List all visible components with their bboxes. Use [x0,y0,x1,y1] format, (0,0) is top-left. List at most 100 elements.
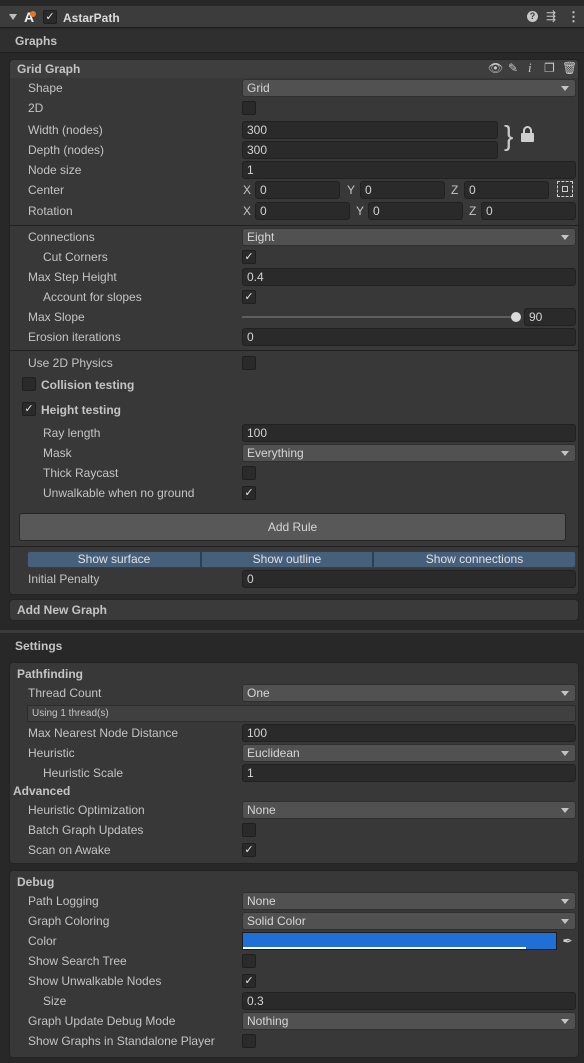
eyedropper-icon[interactable]: ✒ [559,932,576,950]
show-unwalkable-label: Show Unwalkable Nodes [28,974,162,988]
depth-field[interactable]: 300 [242,141,498,159]
chevron-down-icon [561,919,569,924]
rotation-x-field[interactable]: 0 [255,202,350,220]
connections-dropdown[interactable]: Eight [242,228,576,246]
update-debug-mode-value: Nothing [247,1014,289,1028]
show-unwalkable-checkbox[interactable]: ✓ [242,974,256,988]
rotation-z-field[interactable]: 0 [481,202,576,220]
mask-value: Everything [247,446,304,460]
max-slope-field[interactable]: 90 [524,308,576,326]
chevron-down-icon [561,451,569,456]
is2d-checkbox[interactable] [242,101,256,115]
update-debug-mode-dropdown[interactable]: Nothing [242,1012,576,1030]
center-z-label: Z [451,183,459,197]
rotation-x-label: X [243,204,252,218]
help-icon[interactable]: ? [527,11,538,22]
shape-dropdown[interactable]: Grid [242,79,576,97]
info-icon[interactable]: i [528,61,532,74]
thread-info-text: Using 1 thread(s) [32,708,109,719]
max-step-height-label: Max Step Height [28,270,117,284]
show-connections-toggle[interactable]: Show connections [373,551,576,568]
collision-label: Collision testing [41,378,135,392]
center-y-field[interactable]: 0 [360,181,445,199]
unwalkable-no-ground-label: Unwalkable when no ground [43,486,195,500]
settings-divider [0,630,584,633]
mask-dropdown[interactable]: Everything [242,444,576,462]
astar-logo-icon: A [24,9,36,25]
divider [10,350,578,351]
thick-raycast-checkbox[interactable] [242,466,256,480]
center-z-field[interactable]: 0 [464,181,549,199]
duplicate-icon[interactable]: ❐ [544,62,555,74]
max-step-height-field[interactable]: 0.4 [242,268,576,286]
width-field[interactable]: 300 [242,121,498,139]
thread-count-dropdown[interactable]: One [242,684,576,702]
graph-coloring-label: Graph Coloring [28,914,110,928]
erosion-field[interactable]: 0 [242,328,576,346]
max-slope-track[interactable] [242,316,516,318]
heuristic-scale-field[interactable]: 1 [242,764,576,782]
path-logging-dropdown[interactable]: None [242,892,576,910]
path-logging-value: None [247,894,276,908]
ray-length-field[interactable]: 100 [242,424,576,442]
initial-penalty-label: Initial Penalty [28,572,100,586]
heuristic-opt-value: None [247,803,276,817]
size-field[interactable]: 0.3 [242,992,576,1010]
rotation-y-field[interactable]: 0 [368,202,463,220]
thick-raycast-label: Thick Raycast [43,466,119,480]
node-size-label: Node size [28,163,82,177]
node-size-field[interactable]: 1 [242,161,576,179]
path-logging-label: Path Logging [28,894,99,908]
settings-icon[interactable]: ⇶ [546,9,556,23]
heuristic-opt-label: Heuristic Optimization [28,803,145,817]
graph-coloring-dropdown[interactable]: Solid Color [242,912,576,930]
heuristic-scale-label: Heuristic Scale [43,766,124,780]
size-label: Size [43,994,67,1008]
ray-length-label: Ray length [43,426,101,440]
heuristic-opt-dropdown[interactable]: None [242,801,576,819]
heuristic-dropdown[interactable]: Euclidean [242,744,576,762]
scan-on-awake-checkbox[interactable]: ✓ [242,843,256,857]
scan-on-awake-label: Scan on Awake [28,843,111,857]
max-slope-handle[interactable] [511,312,521,322]
snap-pivot-icon[interactable] [557,181,573,197]
batch-updates-label: Batch Graph Updates [28,823,144,837]
add-rule-button[interactable]: Add Rule [19,513,566,541]
foldout-arrow-icon[interactable] [9,14,17,20]
update-debug-mode-label: Graph Update Debug Mode [28,1014,176,1028]
heuristic-value: Euclidean [247,746,300,760]
cut-corners-checkbox[interactable]: ✓ [242,250,256,264]
unwalkable-no-ground-checkbox[interactable]: ✓ [242,486,256,500]
grid-graph-title: Grid Graph [17,62,81,76]
show-search-tree-checkbox[interactable] [242,954,256,968]
lock-icon[interactable] [521,126,534,142]
eye-icon[interactable]: 👁 [488,62,503,74]
more-vertical-icon[interactable]: ⋮ [567,9,580,25]
chevron-down-icon [561,86,569,91]
account-slopes-label: Account for slopes [43,290,142,304]
pathfinding-title: Pathfinding [17,667,83,681]
delete-icon[interactable]: 🗑 [562,62,577,74]
max-nearest-field[interactable]: 100 [242,724,576,742]
depth-label: Depth (nodes) [28,143,105,157]
mask-label: Mask [43,446,72,460]
center-x-field[interactable]: 0 [255,181,340,199]
connections-value: Eight [247,230,275,244]
batch-updates-checkbox[interactable] [242,823,256,837]
initial-penalty-field[interactable]: 0 [242,570,576,588]
advanced-heading: Advanced [13,784,71,798]
edit-icon[interactable]: ✎ [508,62,518,74]
component-enabled-checkbox[interactable]: ✓ [43,10,57,24]
use2d-physics-checkbox[interactable] [242,356,256,370]
collision-checkbox[interactable] [22,377,36,391]
center-y-label: Y [347,183,356,197]
show-surface-toggle[interactable]: Show surface [27,551,201,568]
account-slopes-checkbox[interactable]: ✓ [242,290,256,304]
height-checkbox[interactable]: ✓ [22,402,36,416]
chevron-down-icon [561,751,569,756]
color-swatch[interactable] [242,932,557,950]
show-outline-toggle[interactable]: Show outline [201,551,373,568]
max-slope-label: Max Slope [28,310,85,324]
center-x-label: X [243,183,252,197]
show-standalone-checkbox[interactable] [242,1034,256,1048]
